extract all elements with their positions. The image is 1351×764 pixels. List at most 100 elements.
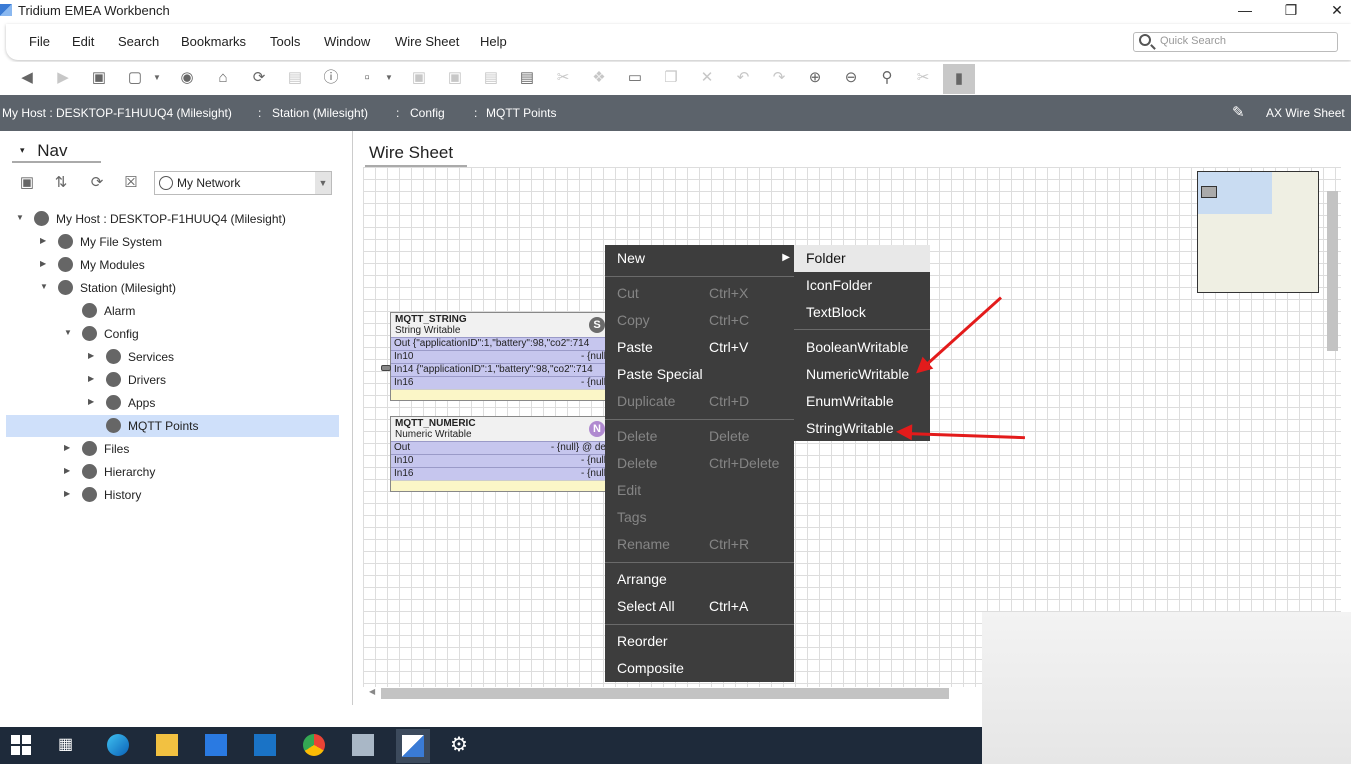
scroll-left-icon[interactable]: ◀ [369, 687, 375, 696]
context-menu-item[interactable]: Rename Ctrl+R [605, 531, 794, 558]
pencil-icon[interactable]: ✎ [1232, 103, 1245, 121]
maximize-icon[interactable]: ❐ [1268, 0, 1314, 22]
export-icon[interactable]: ▤ [482, 69, 500, 87]
edge-icon[interactable] [107, 734, 129, 756]
home-icon[interactable]: ⌂ [214, 69, 232, 87]
submenu-item-folder[interactable]: Folder [794, 245, 930, 272]
expand-right-icon[interactable]: ▶ [88, 351, 94, 360]
chevron-down-icon[interactable]: ▼ [148, 69, 166, 87]
slot-in10[interactable]: In10- {null [391, 350, 609, 363]
app-icon[interactable] [352, 734, 374, 756]
tree-item[interactable]: MQTT Points [6, 415, 339, 437]
file-explorer-icon[interactable] [156, 734, 178, 756]
breadcrumb-mqtt-points[interactable]: MQTT Points [486, 106, 556, 120]
expand-right-icon[interactable]: ▶ [88, 397, 94, 406]
expand-right-icon[interactable]: ▶ [64, 489, 70, 498]
forward-icon[interactable]: ▶ [54, 69, 72, 87]
context-menu-item[interactable]: Tags [605, 504, 794, 531]
task-view-icon[interactable]: ▦ [58, 734, 80, 756]
chrome-icon[interactable] [303, 734, 325, 756]
breadcrumb-host[interactable]: My Host : DESKTOP-F1HUUQ4 (Milesight) [2, 106, 232, 120]
context-menu-item[interactable]: Reorder [605, 628, 794, 655]
expand-right-icon[interactable]: ▶ [64, 466, 70, 475]
slot-in16[interactable]: In16- {null [391, 376, 609, 389]
save-icon[interactable]: ▣ [410, 69, 428, 87]
up-level-icon[interactable]: ▣ [90, 69, 108, 87]
breadcrumb-config[interactable]: Config [410, 106, 445, 120]
context-menu-item[interactable]: Select All Ctrl+A [605, 593, 794, 620]
menu-edit[interactable]: Edit [72, 34, 94, 49]
spy-icon[interactable]: ▤ [286, 69, 304, 87]
menu-bookmarks[interactable]: Bookmarks [181, 34, 246, 49]
slot-in16[interactable]: In16- {null [391, 467, 609, 480]
delete-icon[interactable]: ✕ [698, 69, 716, 87]
menu-wire-sheet[interactable]: Wire Sheet [395, 34, 459, 49]
close-icon[interactable]: ✕ [1314, 0, 1351, 22]
horizontal-scrollbar[interactable] [381, 688, 949, 699]
zoom-icon[interactable]: ⚲ [878, 69, 896, 87]
context-menu-item[interactable]: Copy Ctrl+C [605, 307, 794, 334]
nav-tab[interactable]: ▾ Nav [12, 137, 101, 163]
submenu-item-textblock[interactable]: TextBlock [794, 299, 930, 326]
view-selector[interactable]: AX Wire Sheet [1266, 106, 1345, 120]
context-menu-item[interactable]: Arrange [605, 566, 794, 593]
mail-icon[interactable] [254, 734, 276, 756]
context-menu-item[interactable]: Composite [605, 655, 794, 682]
quick-search-input[interactable]: Quick Search [1133, 32, 1338, 52]
store-icon[interactable] [205, 734, 227, 756]
undo-icon[interactable]: ↶ [734, 69, 752, 87]
minimize-icon[interactable]: — [1222, 0, 1268, 22]
delete-links-icon[interactable]: ✂ [914, 69, 932, 87]
slot-out[interactable]: Out {"applicationID":1,"battery":98,"co2… [391, 337, 609, 350]
expand-down-icon[interactable]: ▼ [40, 282, 48, 291]
submenu-item-booleanwritable[interactable]: BooleanWritable [794, 334, 930, 361]
submenu-item-numericwritable[interactable]: NumericWritable [794, 361, 930, 388]
context-menu-item[interactable]: Paste Ctrl+V [605, 334, 794, 361]
open-folder-icon[interactable]: ▫ [358, 69, 376, 87]
refresh-icon[interactable]: ⟳ [88, 174, 106, 192]
sync-icon[interactable]: ⇅ [52, 174, 70, 192]
menu-window[interactable]: Window [324, 34, 370, 49]
gear-icon[interactable]: ⚙ [450, 734, 472, 756]
expand-right-icon[interactable]: ▶ [40, 236, 46, 245]
context-menu-item[interactable]: Delete Ctrl+Delete [605, 450, 794, 477]
vertical-scrollbar[interactable] [1327, 191, 1338, 351]
component-mqtt-string[interactable]: MQTT_STRING String Writable S Out {"appl… [390, 312, 610, 401]
side-bar-icon[interactable]: ▢ [126, 69, 144, 87]
screenshot-icon[interactable]: ◉ [178, 69, 196, 87]
slot-in14[interactable]: In14 {"applicationID":1,"battery":98,"co… [391, 363, 609, 376]
breadcrumb-station[interactable]: Station (Milesight) [272, 106, 368, 120]
redo-icon[interactable]: ↷ [770, 69, 788, 87]
context-menu-item[interactable]: Duplicate Ctrl+D [605, 388, 794, 415]
context-menu-item[interactable]: Cut Ctrl+X [605, 280, 794, 307]
zoom-out-icon[interactable]: ⊖ [842, 69, 860, 87]
link-knob-icon[interactable] [381, 365, 391, 371]
windows-start-icon[interactable] [10, 734, 32, 756]
submenu-item-enumwritable[interactable]: EnumWritable [794, 388, 930, 415]
slot-in10[interactable]: In10- {null [391, 454, 609, 467]
context-menu-item[interactable]: Delete Delete [605, 423, 794, 450]
zoom-in-icon[interactable]: ⊕ [806, 69, 824, 87]
copy-icon[interactable]: ❖ [590, 69, 608, 87]
paste-icon[interactable]: ▭ [626, 69, 644, 87]
collapse-icon[interactable]: ▾ [20, 145, 25, 155]
context-menu-item[interactable]: New ▶ [605, 245, 794, 272]
component-mqtt-numeric[interactable]: MQTT_NUMERIC Numeric Writable N Out - {nu… [390, 416, 610, 492]
minimap[interactable] [1197, 171, 1319, 293]
menu-search[interactable]: Search [118, 34, 159, 49]
expand-down-icon[interactable]: ▼ [16, 213, 24, 222]
expand-down-icon[interactable]: ▼ [64, 328, 72, 337]
chevron-down-icon[interactable]: ▼ [380, 69, 398, 87]
menu-tools[interactable]: Tools [270, 34, 300, 49]
context-menu-item[interactable]: Paste Special [605, 361, 794, 388]
menu-file[interactable]: File [29, 34, 50, 49]
expand-right-icon[interactable]: ▶ [40, 259, 46, 268]
workbench-taskbar-icon[interactable] [396, 729, 430, 763]
slot-out[interactable]: Out - {null} @ de [391, 441, 609, 454]
menu-help[interactable]: Help [480, 34, 507, 49]
network-select[interactable]: My Network ▼ [154, 171, 332, 195]
context-menu-item[interactable]: Edit [605, 477, 794, 504]
wire-sheet-mode-icon[interactable]: ▮ [943, 64, 975, 94]
expand-right-icon[interactable]: ▶ [64, 443, 70, 452]
duplicate-icon[interactable]: ❐ [662, 69, 680, 87]
